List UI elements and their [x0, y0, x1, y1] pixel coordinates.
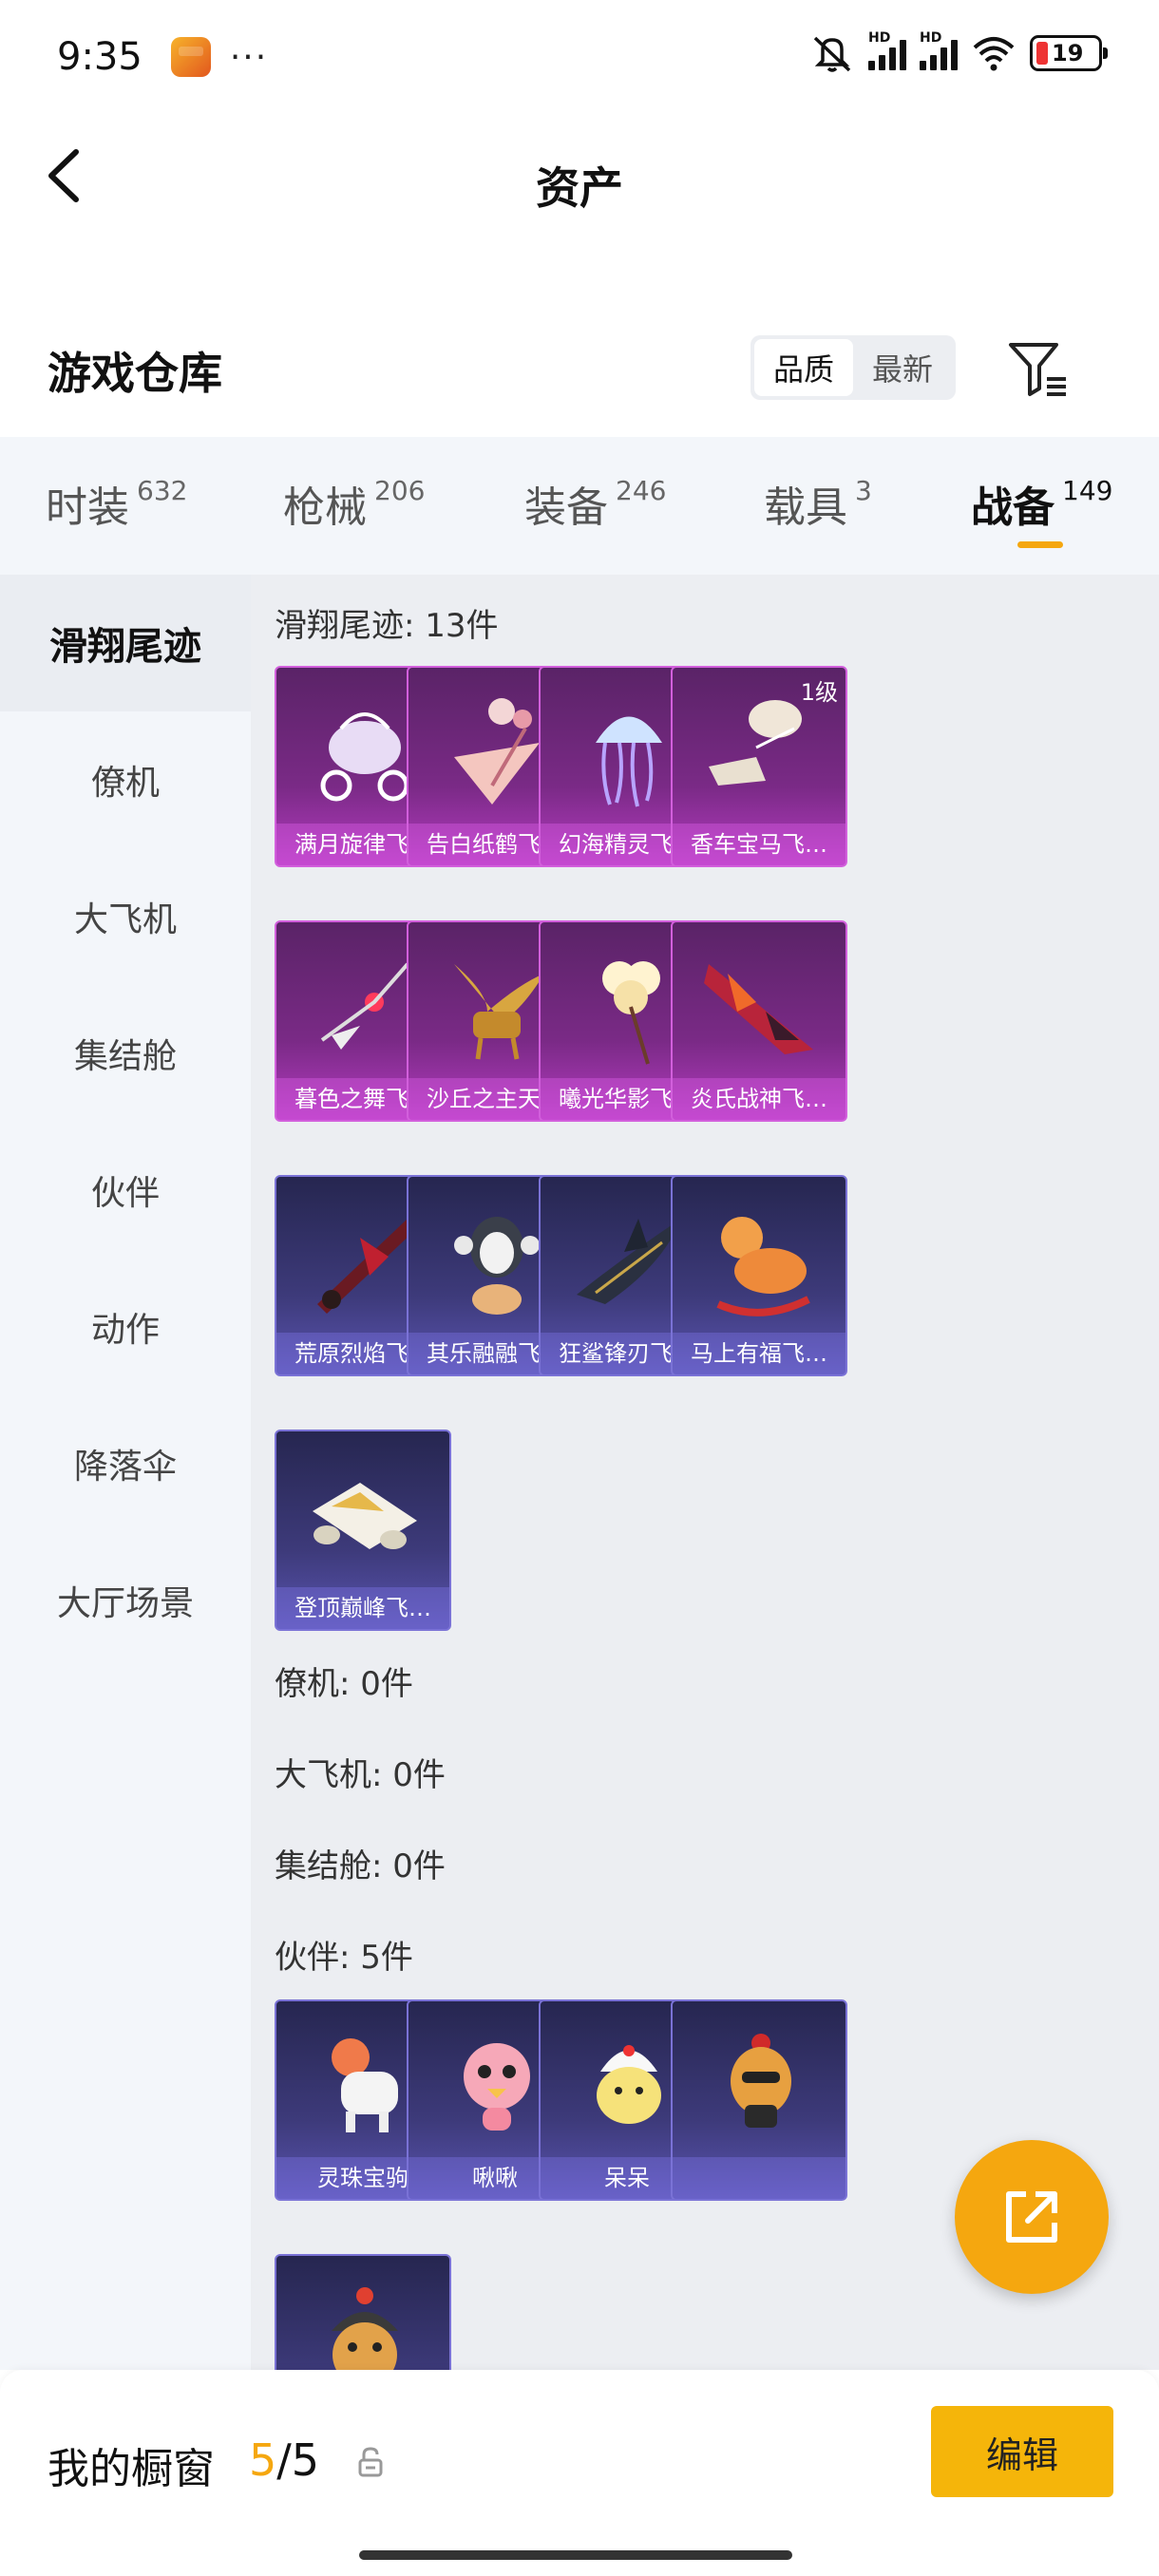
tab-label: 装备	[524, 483, 608, 532]
item-name	[673, 2157, 846, 2199]
tab-label: 战备	[971, 483, 1054, 532]
signal-hd-icon: HD	[920, 30, 958, 70]
tab-readiness[interactable]: 战备 149	[971, 473, 1112, 534]
showcase-count-total: 5	[291, 2434, 320, 2486]
share-button[interactable]	[955, 2140, 1109, 2294]
section-label-pod: 集结舱: 0件	[275, 1847, 446, 1885]
warehouse-header: 游戏仓库 品质 最新	[0, 318, 1159, 413]
sort-quality-option[interactable]: 品质	[754, 339, 853, 396]
showcase-title: 我的橱窗	[48, 2445, 215, 2493]
app-icon	[170, 37, 211, 77]
tab-guns[interactable]: 枪械 206	[283, 473, 425, 534]
sidenav-item-emote[interactable]: 动作	[0, 1259, 251, 1395]
tab-count: 3	[855, 475, 872, 506]
sidenav-item-parachute[interactable]: 降落伞	[0, 1395, 251, 1532]
showcase-count-separator: /	[276, 2434, 292, 2486]
showcase-count-current: 5	[249, 2434, 277, 2486]
status-icons: HD HD 19	[809, 30, 1108, 74]
home-indicator[interactable]	[359, 2550, 792, 2560]
active-tab-indicator	[1017, 541, 1063, 548]
signal-hd-icon: HD	[868, 30, 906, 70]
section-label-partner: 伙伴: 5件	[275, 1939, 413, 1977]
showcase-bar: 我的橱窗 5/5 编辑	[0, 2370, 1159, 2576]
horse-carriage-icon	[709, 700, 802, 786]
tab-count: 206	[374, 475, 426, 506]
warehouse-title: 游戏仓库	[48, 348, 222, 399]
tab-count: 149	[1062, 475, 1113, 506]
section-label-wingman: 僚机: 0件	[275, 1665, 413, 1703]
rooster-partner-icon	[731, 2034, 791, 2128]
tab-label: 时装	[46, 483, 129, 532]
page-title: 资产	[536, 162, 623, 214]
tab-label: 载具	[764, 483, 847, 532]
item-card[interactable]	[671, 1999, 847, 2201]
item-card[interactable]: 炎氏战神飞…	[671, 920, 847, 1122]
status-more-dots: ···	[229, 37, 269, 77]
edit-button[interactable]: 编辑	[931, 2406, 1113, 2497]
sort-newest-option[interactable]: 最新	[853, 339, 952, 396]
item-card[interactable]: 马上有福飞…	[671, 1175, 847, 1376]
sort-toggle: 品质 最新	[750, 335, 956, 400]
sidenav-item-pod[interactable]: 集结舱	[0, 985, 251, 1122]
tab-count: 246	[616, 475, 667, 506]
status-time: 9:35	[57, 35, 142, 79]
soldier-partner-icon	[332, 2287, 398, 2370]
category-tabs: 时装 632 枪械 206 装备 246 载具 3 战备 149	[0, 437, 1159, 575]
sidenav-item-partner[interactable]: 伙伴	[0, 1122, 251, 1259]
section-label-glide: 滑翔尾迹: 13件	[275, 607, 499, 645]
wifi-icon	[973, 37, 1015, 71]
showcase-count: 5/5	[249, 2434, 319, 2486]
war-god-wings-icon	[704, 964, 813, 1054]
tab-fashion[interactable]: 时装 632	[46, 473, 187, 534]
item-card[interactable]	[275, 2254, 451, 2370]
item-name: 登顶巅峰飞…	[276, 1587, 449, 1629]
tab-label: 枪械	[283, 483, 367, 532]
side-nav: 滑翔尾迹 僚机 大飞机 集结舱 伙伴 动作 降落伞 大厅场景	[0, 575, 251, 2370]
tab-equipment[interactable]: 装备 246	[524, 473, 666, 534]
item-level: 1级	[800, 679, 838, 706]
item-card[interactable]: 1级 香车宝马飞…	[671, 666, 847, 867]
item-card[interactable]: 登顶巅峰飞…	[275, 1430, 451, 1631]
sidenav-item-glide-trail[interactable]: 滑翔尾迹	[0, 575, 251, 711]
sidenav-item-wingman[interactable]: 僚机	[0, 711, 251, 848]
filter-icon[interactable]	[1005, 337, 1072, 400]
item-name: 马上有福飞…	[673, 1333, 846, 1374]
battery-level: 19	[1052, 40, 1084, 66]
sidenav-item-big-plane[interactable]: 大飞机	[0, 848, 251, 985]
sidenav-item-lobby-scene[interactable]: 大厅场景	[0, 1532, 251, 1669]
mute-icon	[813, 36, 851, 72]
status-bar: 9:35 ··· HD HD 19	[0, 0, 1159, 114]
tab-count: 632	[137, 475, 188, 506]
item-name: 香车宝马飞…	[673, 824, 846, 865]
summit-glider-icon	[313, 1483, 417, 1549]
battery-icon: 19	[1030, 35, 1108, 71]
app-header: 资产	[0, 114, 1159, 237]
share-icon	[1006, 2191, 1057, 2243]
tab-vehicles[interactable]: 载具 3	[764, 473, 872, 534]
section-label-big-plane: 大飞机: 0件	[275, 1756, 446, 1794]
lock-icon[interactable]	[356, 2446, 385, 2478]
item-grid-area: 滑翔尾迹: 13件 1级 满月旋律飞… 告白纸鹤飞… 1级 幻海精灵飞…	[251, 575, 1159, 2370]
rocking-horse-icon	[716, 1217, 810, 1316]
item-name: 炎氏战神飞…	[673, 1078, 846, 1120]
